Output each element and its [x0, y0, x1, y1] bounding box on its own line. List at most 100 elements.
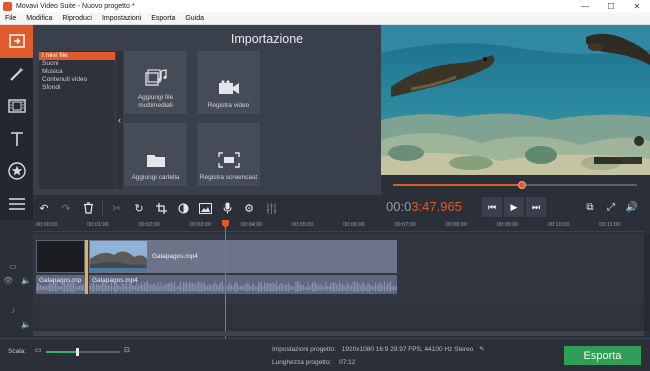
timecode-dim-part: 00:0: [386, 199, 412, 214]
video-track-icon: ▭: [9, 262, 17, 271]
chevron-left-icon: ‹: [118, 115, 121, 125]
timecode-display: 00:03:47.965: [386, 199, 462, 214]
project-length-label: Lunghezza progetto:: [272, 359, 332, 366]
undo-button[interactable]: ↶: [33, 198, 55, 218]
scale-slider-knob[interactable]: [76, 348, 80, 356]
category-sounds[interactable]: Suoni: [39, 60, 115, 68]
ruler-tick-label: 00:03:00: [189, 222, 212, 228]
project-length-value: 07:12: [339, 359, 356, 366]
equalizer-button[interactable]: [260, 198, 282, 218]
crop-icon: [155, 202, 167, 214]
add-folder-label: Aggiungi cartella: [131, 174, 180, 181]
stickers-tool-button[interactable]: [0, 155, 33, 188]
crop-button[interactable]: [150, 198, 172, 218]
track-mute-icon[interactable]: 🔈: [21, 276, 31, 285]
minimize-button[interactable]: —: [572, 0, 598, 13]
maximize-button[interactable]: ☐: [598, 0, 624, 13]
effects-tool-button[interactable]: [0, 58, 33, 91]
play-button[interactable]: ▶: [504, 197, 524, 217]
folder-icon: [146, 155, 165, 167]
add-media-files-tile[interactable]: Aggiungi file multimediali: [124, 51, 187, 114]
collapse-list-button[interactable]: ‹: [115, 51, 123, 189]
close-button[interactable]: ✕: [624, 0, 650, 13]
menu-file[interactable]: File: [0, 15, 21, 22]
track-visibility-icon[interactable]: 👁: [3, 276, 13, 285]
split-marker[interactable]: [85, 240, 88, 294]
detach-preview-button[interactable]: ⧉: [581, 199, 599, 215]
audio-clip-2[interactable]: Galapagos.mp4: [89, 275, 397, 294]
zoom-in-icon[interactable]: ⊡: [124, 346, 130, 354]
contrast-icon: [177, 202, 189, 214]
record-video-tile[interactable]: Registra video: [197, 51, 260, 114]
project-settings-row: Impostazioni progetto: 1920x1080 16:9 29…: [272, 345, 485, 353]
window-title: Movavi Video Suite - Nuovo progetto *: [16, 3, 135, 10]
playback-progress-bar[interactable]: [393, 181, 637, 189]
ruler-tick-label: 00:01:00: [87, 222, 109, 228]
music-track-icon: ♪: [11, 306, 15, 315]
record-audio-button[interactable]: [216, 198, 238, 218]
cut-button[interactable]: ✂: [106, 198, 128, 218]
color-adjust-button[interactable]: [172, 198, 194, 218]
previous-frame-button[interactable]: ⏮: [482, 197, 502, 217]
project-length-row: Lunghezza progetto: 07:12: [272, 359, 355, 366]
image-icon: [198, 202, 212, 214]
ruler-tick-label: 00:08:00: [445, 222, 468, 228]
menu-help[interactable]: Guida: [180, 15, 209, 22]
timeline-horizontal-scrollbar[interactable]: [33, 331, 644, 336]
menu-play[interactable]: Riproduci: [57, 15, 97, 22]
menu-export[interactable]: Esporta: [146, 15, 180, 22]
audio-waveform-1: [36, 281, 85, 293]
ruler-tick-label: 00:05:00: [292, 222, 314, 228]
delete-button[interactable]: [77, 198, 99, 218]
playhead-line[interactable]: [225, 220, 226, 338]
clip-settings-button[interactable]: ⚙: [238, 198, 260, 218]
titles-tool-button[interactable]: [0, 123, 33, 156]
category-backgrounds[interactable]: Sfondi: [39, 84, 115, 92]
ruler-tick-label: 00:10:00: [548, 222, 570, 228]
play-icon: ▶: [510, 201, 518, 212]
category-music[interactable]: Musica: [39, 68, 115, 76]
image-button[interactable]: [194, 198, 216, 218]
star-circle-icon: [7, 162, 26, 180]
equalizer-icon: [266, 202, 276, 214]
import-tool-button[interactable]: [0, 25, 33, 58]
next-frame-button[interactable]: ⏭: [526, 197, 546, 217]
redo-button[interactable]: ↷: [55, 198, 77, 218]
black-clip[interactable]: [36, 240, 85, 273]
scale-label: Scala:: [8, 348, 27, 355]
audio-clip-1[interactable]: Galapagos.mp: [36, 275, 85, 294]
edit-settings-icon[interactable]: ✎: [479, 346, 484, 353]
video-camera-icon: [218, 80, 239, 94]
export-button[interactable]: Esporta: [564, 346, 641, 365]
media-files-icon: [144, 69, 167, 86]
clip-thumbnail-image: [90, 241, 147, 272]
menu-edit[interactable]: Modifica: [21, 15, 57, 22]
music-track-mute-icon[interactable]: 🔈: [21, 320, 31, 329]
trash-icon: [83, 202, 93, 214]
audio-track[interactable]: [33, 303, 644, 327]
menu-settings[interactable]: Impostazioni: [97, 15, 146, 22]
category-video-content[interactable]: Contenuti video: [39, 76, 115, 84]
filters-tool-button[interactable]: [0, 90, 33, 123]
timeline-scale-slider[interactable]: [46, 348, 120, 356]
volume-button[interactable]: 🔊: [623, 199, 641, 215]
project-settings-label: Impostazioni progetto:: [272, 346, 336, 353]
fullscreen-button[interactable]: ⤢: [602, 199, 620, 215]
microphone-icon: [223, 202, 231, 214]
timeline-vertical-scrollbar[interactable]: [644, 234, 650, 331]
category-list: I miei file Suoni Musica Contenuti video…: [39, 51, 115, 189]
time-ruler[interactable]: 00:00:00 00:01:00 00:02:00 00:03:00 00:04:00…: [33, 220, 644, 232]
record-screencast-label: Registra screencast: [199, 174, 258, 181]
zoom-out-icon[interactable]: ▭: [35, 346, 42, 354]
video-clip[interactable]: Galapagos.mp4: [89, 240, 397, 273]
playback-progress-knob[interactable]: [518, 181, 527, 189]
rotate-button[interactable]: ↻: [128, 198, 150, 218]
magic-wand-icon: [9, 66, 24, 81]
category-my-files[interactable]: I miei file: [39, 52, 115, 60]
video-preview[interactable]: [381, 25, 650, 175]
more-tools-button[interactable]: [0, 188, 33, 221]
fullscreen-icon: ⤢: [607, 201, 615, 213]
add-folder-tile[interactable]: Aggiungi cartella: [124, 123, 187, 186]
ruler-tick-label: 00:06:00: [343, 222, 365, 228]
record-screencast-tile[interactable]: Registra screencast: [197, 123, 260, 186]
